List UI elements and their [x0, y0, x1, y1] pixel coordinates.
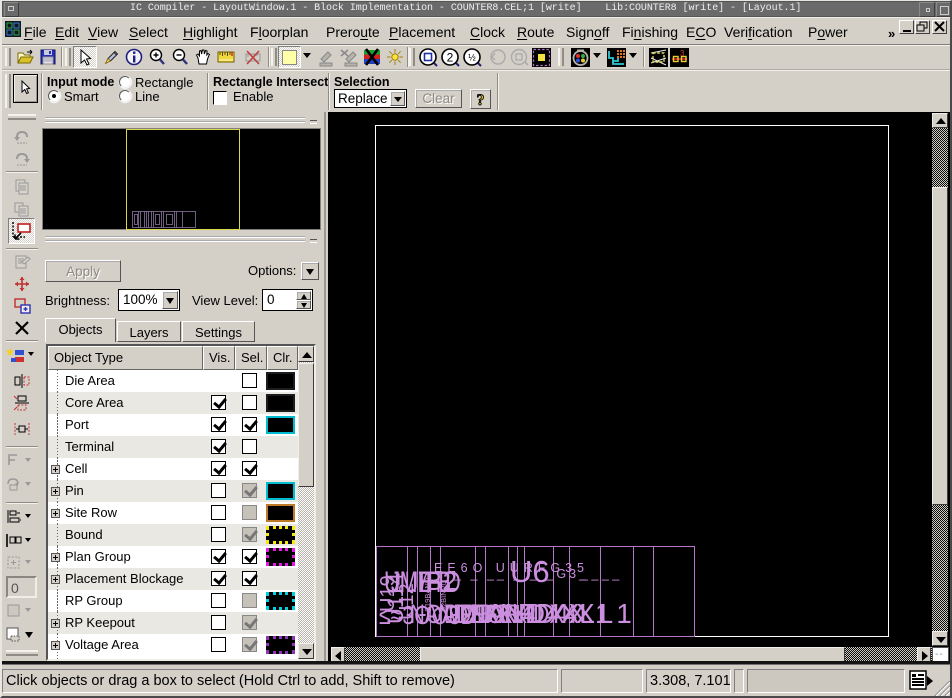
svg-text:2: 2 — [447, 51, 454, 65]
svg-text:NRD4X: NRD4X — [500, 598, 586, 630]
svg-text:?: ? — [477, 92, 485, 108]
svg-text:XL1: XL1 — [576, 598, 635, 629]
svg-text:_ _ _ _: _ _ _ _ — [580, 567, 620, 581]
svg-text:½: ½ — [468, 53, 476, 63]
svg-text:3: 3 — [680, 49, 685, 58]
